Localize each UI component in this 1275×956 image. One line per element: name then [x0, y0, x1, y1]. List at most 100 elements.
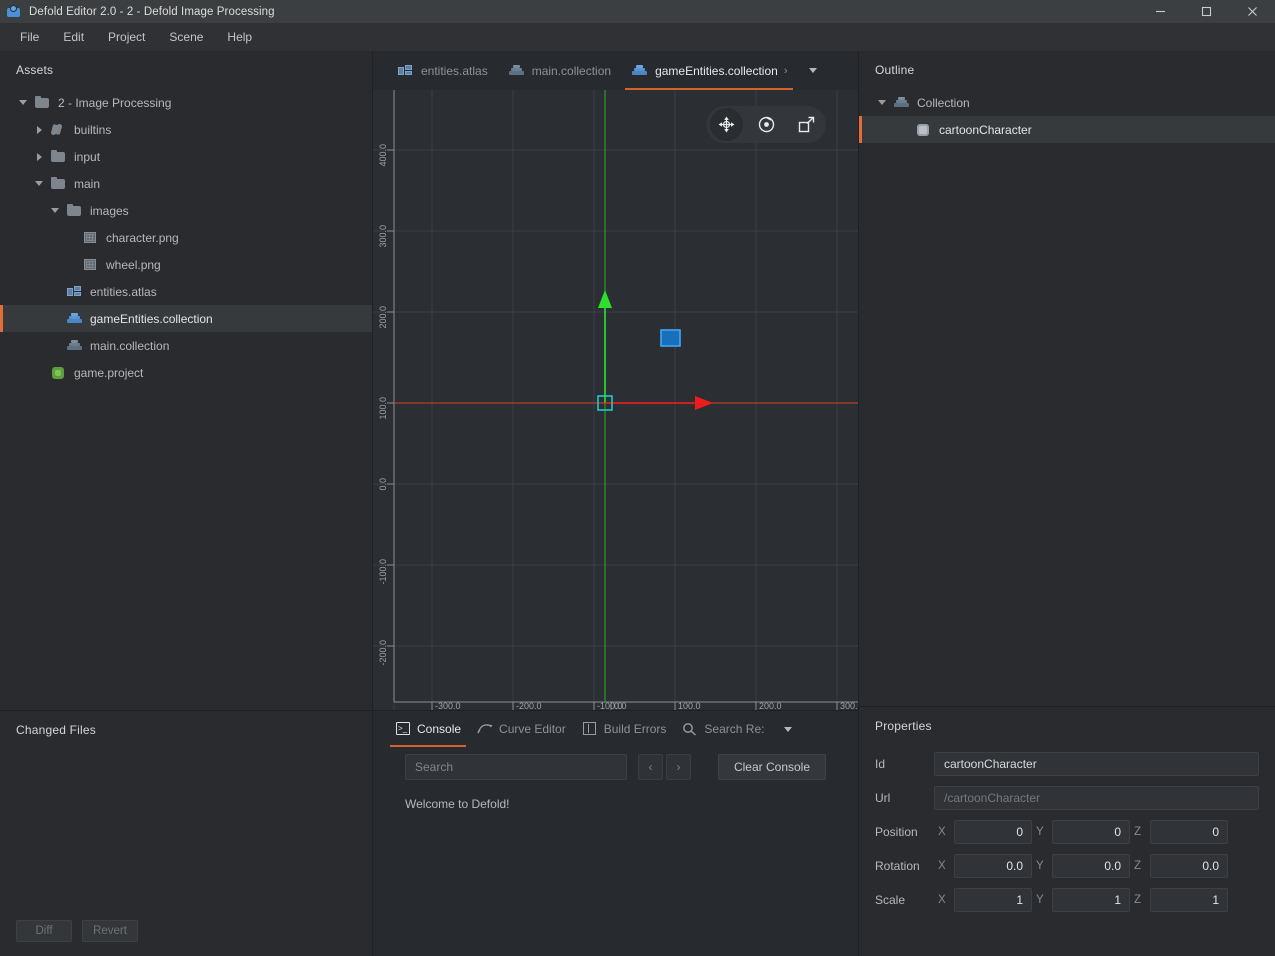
asset-tree-row[interactable]: wheel.png: [0, 251, 372, 278]
asset-tree-row[interactable]: entities.atlas: [0, 278, 372, 305]
console-prev-button[interactable]: ‹: [638, 754, 663, 780]
scene-canvas[interactable]: 400.0 300.0 200.0 100.0 0.0 -100.0 -200.0 -300…: [373, 90, 858, 710]
asset-tree-row[interactable]: builtins: [0, 116, 372, 143]
asset-tree-row-label: main: [74, 176, 101, 191]
collection-icon: [631, 63, 648, 78]
tab-chevron-icon[interactable]: ›: [784, 65, 788, 77]
rotate-tool-button[interactable]: [750, 108, 783, 141]
bottom-tab[interactable]: Search Re:: [674, 711, 772, 747]
collection-icon: [66, 311, 83, 326]
bottom-tab-label: Curve Editor: [499, 722, 566, 736]
twisty-spacer: [48, 339, 62, 353]
y-axis-tick-label: -100.0: [378, 559, 388, 585]
asset-tree-row-label: images: [90, 203, 129, 218]
rotation-z-input[interactable]: 0.0: [1150, 854, 1228, 878]
twisty-open[interactable]: [48, 204, 62, 218]
axis-label-y: Y: [1036, 860, 1044, 872]
twisty-spacer: [48, 312, 62, 326]
project-icon: [50, 365, 67, 380]
title-bar: Defold Editor 2.0 - 2 - Defold Image Pro…: [0, 0, 1275, 23]
diff-button[interactable]: Diff: [16, 920, 72, 942]
scale-x-input[interactable]: 1: [954, 888, 1032, 912]
menu-edit[interactable]: Edit: [51, 26, 96, 48]
axis-label-x: X: [938, 894, 946, 906]
asset-tree-row[interactable]: character.png: [0, 224, 372, 251]
x-axis-tick-label: -200.0: [516, 701, 542, 710]
collection-icon: [66, 338, 83, 353]
asset-tree-row[interactable]: game.project: [0, 359, 372, 386]
scale-z-input[interactable]: 1: [1150, 888, 1228, 912]
axis-label-x: X: [938, 860, 946, 872]
defold-logo-icon: [6, 4, 22, 20]
bottom-tab-bar[interactable]: >_ Console Curve Editor Build Errors Search …: [373, 711, 858, 747]
asset-tree-row-label: wheel.png: [106, 257, 161, 272]
asset-tree-row[interactable]: 2 - Image Processing: [0, 89, 372, 116]
puzzle-icon: [50, 122, 67, 137]
axis-label-y: Y: [1036, 894, 1044, 906]
build-errors-icon: [582, 722, 598, 736]
twisty-closed[interactable]: [32, 150, 46, 164]
bottom-tab-label: Search Re:: [704, 722, 765, 736]
console-next-button[interactable]: ›: [666, 754, 691, 780]
rotation-y-input[interactable]: 0.0: [1052, 854, 1130, 878]
position-y-input[interactable]: 0: [1052, 820, 1130, 844]
minimize-button[interactable]: [1137, 0, 1183, 23]
revert-button[interactable]: Revert: [82, 920, 138, 942]
console-output-line: Welcome to Defold!: [405, 797, 510, 811]
outline-tree[interactable]: Collection cartoonCharacter: [859, 89, 1275, 143]
twisty-spacer: [32, 366, 46, 380]
maximize-button[interactable]: [1183, 0, 1229, 23]
menu-project[interactable]: Project: [96, 26, 157, 48]
editor-tab[interactable]: entities.atlas: [387, 51, 498, 90]
console-search-input[interactable]: [405, 754, 627, 780]
twisty-open[interactable]: [16, 96, 30, 110]
bottom-tab-overflow-chevron-down-icon[interactable]: [778, 710, 798, 749]
asset-tree-row[interactable]: input: [0, 143, 372, 170]
changed-files-panel: Changed Files Diff Revert: [0, 710, 373, 956]
move-tool-button[interactable]: [709, 108, 743, 141]
asset-tree-row[interactable]: images: [0, 197, 372, 224]
rotation-label: Rotation: [875, 859, 920, 873]
property-row-rotation: Rotation X 0.0 Y 0.0 Z 0.0: [859, 849, 1275, 883]
asset-tree-row[interactable]: main: [0, 170, 372, 197]
bottom-tab[interactable]: >_ Console: [387, 711, 469, 747]
changed-files-title: Changed Files: [16, 723, 96, 737]
assets-tree[interactable]: 2 - Image Processing builtins input main ima…: [0, 89, 372, 386]
asset-tree-row[interactable]: gameEntities.collection: [0, 305, 372, 332]
bottom-panel: >_ Console Curve Editor Build Errors Search …: [373, 710, 858, 956]
scene-viewport[interactable]: 400.0 300.0 200.0 100.0 0.0 -100.0 -200.0 -300…: [373, 90, 858, 710]
console-icon: >_: [395, 722, 411, 736]
asset-tree-row-label: character.png: [106, 230, 179, 245]
property-row-url: Url /cartoonCharacter: [859, 781, 1275, 815]
asset-tree-row-label: gameEntities.collection: [90, 311, 213, 326]
twisty-closed[interactable]: [32, 123, 46, 137]
editor-tab[interactable]: main.collection: [498, 51, 621, 90]
outline-panel: Outline Collection cartoonCharacter: [858, 51, 1275, 706]
outline-row[interactable]: cartoonCharacter: [859, 116, 1275, 143]
editor-tab-bar[interactable]: entities.atlas main.collection gameEntitie…: [373, 51, 858, 90]
clear-console-button[interactable]: Clear Console: [718, 754, 826, 780]
editor-tab-overflow-chevron-down-icon[interactable]: [803, 51, 823, 90]
scale-y-input[interactable]: 1: [1052, 888, 1130, 912]
id-field[interactable]: cartoonCharacter: [934, 752, 1259, 776]
y-axis-tick-label: 200.0: [378, 306, 388, 329]
search-icon: [682, 722, 698, 736]
menu-help[interactable]: Help: [215, 26, 264, 48]
asset-tree-row[interactable]: main.collection: [0, 332, 372, 359]
window-title: Defold Editor 2.0 - 2 - Defold Image Pro…: [29, 5, 275, 18]
menu-file[interactable]: File: [8, 26, 51, 48]
bottom-tab[interactable]: Build Errors: [574, 711, 675, 747]
position-x-input[interactable]: 0: [954, 820, 1032, 844]
twisty-open[interactable]: [32, 177, 46, 191]
editor-tab[interactable]: gameEntities.collection ›: [621, 51, 797, 90]
twisty-open[interactable]: [875, 96, 889, 110]
outline-row[interactable]: Collection: [859, 89, 1275, 116]
position-z-input[interactable]: 0: [1150, 820, 1228, 844]
rotation-x-input[interactable]: 0.0: [954, 854, 1032, 878]
y-axis-tick-label: 300.0: [378, 225, 388, 248]
close-button[interactable]: [1229, 0, 1275, 23]
menu-scene[interactable]: Scene: [157, 26, 215, 48]
bottom-tab[interactable]: Curve Editor: [469, 711, 574, 747]
twisty-spacer: [64, 258, 78, 272]
scale-tool-button[interactable]: [790, 108, 823, 141]
